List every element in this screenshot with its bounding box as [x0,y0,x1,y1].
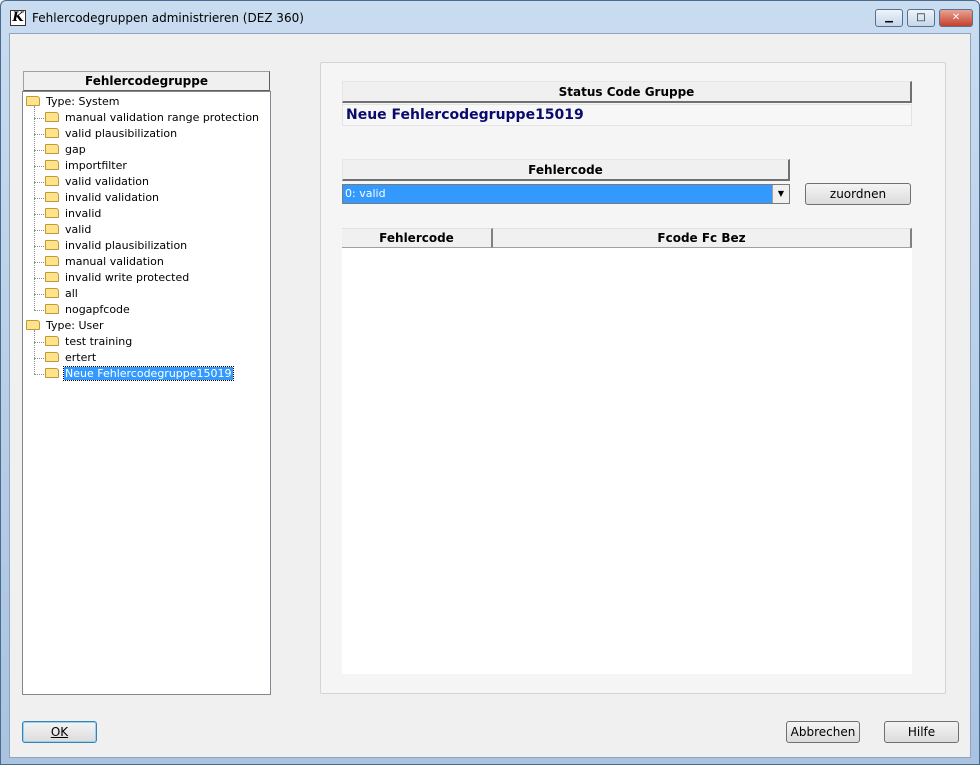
folder-open-icon [45,176,59,186]
tree-item-label: invalid write protected [65,271,190,284]
folder-open-icon [45,208,59,218]
tree-item[interactable]: importfilter [45,158,128,174]
dialog-window: K Fehlercodegruppen administrieren (DEZ … [0,0,980,765]
tree-item[interactable]: invalid write protected [45,270,190,286]
tree-item-label: manual validation range protection [65,111,260,124]
tree-item-label: gap [65,143,86,156]
tree-item-label: invalid validation [65,191,160,204]
fehlercode-select-value: 0: valid [345,187,386,200]
folder-open-icon [45,192,59,202]
tree-item[interactable]: valid validation [45,174,150,190]
tree-item-label: nogapfcode [65,303,130,316]
tree-item-label: invalid [65,207,102,220]
tree-connector [34,294,44,295]
tree-connector [34,166,44,167]
tree-item-label: test training [65,335,133,348]
folder-open-icon [45,288,59,298]
column-header-fehlercode[interactable]: Fehlercode [342,228,493,248]
folder-open-icon [45,256,59,266]
tree-item[interactable]: ertert [45,350,97,366]
tree-connector [34,358,44,359]
tree-item-label: importfilter [65,159,127,172]
ok-button[interactable]: OK [22,721,97,743]
tree-connector [34,118,44,119]
close-button[interactable]: ✕ [939,9,973,27]
folder-open-icon [45,336,59,346]
ok-button-label: OK [50,725,69,739]
tree-item[interactable]: nogapfcode [45,302,131,318]
cancel-button[interactable]: Abbrechen [786,721,860,743]
zuordnen-button[interactable]: zuordnen [805,183,911,205]
tree-connector [34,262,44,263]
tree-connector [34,342,44,343]
folder-open-icon [45,368,59,378]
tree-item[interactable]: manual validation [45,254,165,270]
tree-item-label: ertert [65,351,97,364]
folder-icon [26,320,40,330]
tree-group-label: Type: User [46,319,104,332]
tree-connector [34,374,44,375]
tree-item[interactable]: invalid validation [45,190,160,206]
folder-open-icon [45,240,59,250]
tree-item-label: valid [65,223,92,236]
folder-open-icon [45,224,59,234]
tree-group-label: Type: System [46,95,120,108]
folder-open-icon [45,272,59,282]
tree-group-node[interactable]: Type: User [26,318,105,334]
status-code-gruppe-header: Status Code Gruppe [342,81,912,103]
title-bar[interactable]: K Fehlercodegruppen administrieren (DEZ … [1,1,979,35]
tree-item[interactable]: manual validation range protection [45,110,260,126]
tree-header[interactable]: Fehlercodegruppe [23,71,270,91]
tree-item[interactable]: all [45,286,79,302]
app-logo-icon: K [10,10,26,26]
tree-connector [34,330,35,374]
window-title: Fehlercodegruppen administrieren (DEZ 36… [32,11,304,25]
tree-item[interactable]: valid [45,222,92,238]
tree-connector [34,310,44,311]
minimize-button[interactable]: ▁ [875,9,903,27]
tree-item-label: invalid plausibilization [65,239,188,252]
tree-connector [34,198,44,199]
tree-connector [34,246,44,247]
status-code-gruppe-value: Neue Fehlercodegruppe15019 [342,104,912,126]
tree-item-label: Neue Fehlercodegruppe15019 [63,366,234,381]
tree-item[interactable]: invalid plausibilization [45,238,188,254]
tree-item[interactable]: Neue Fehlercodegruppe15019 [45,366,234,382]
tree-connector [34,230,44,231]
tree-connector [34,278,44,279]
tree-item[interactable]: invalid [45,206,102,222]
fehlercode-table[interactable]: Fehlercode Fcode Fc Bez [342,228,912,674]
help-button[interactable]: Hilfe [884,721,959,743]
folder-open-icon [45,128,59,138]
tree-item[interactable]: valid plausibilization [45,126,178,142]
folder-open-icon [45,160,59,170]
tree-item-label: manual validation [65,255,164,268]
tree-connector [34,150,44,151]
tree-connector [34,182,44,183]
folder-open-icon [45,304,59,314]
folder-icon [26,96,40,106]
tree-connector [34,134,44,135]
fehlercode-select[interactable]: 0: valid ▼ [342,184,790,204]
fehlercodegruppe-tree[interactable]: Type: System manual validation range prot… [22,91,271,695]
column-header-fcode-fc-bez[interactable]: Fcode Fc Bez [493,228,912,248]
folder-open-icon [45,144,59,154]
tree-group-node[interactable]: Type: System [26,94,121,110]
dropdown-arrow-icon[interactable]: ▼ [772,185,789,203]
tree-item[interactable]: gap [45,142,87,158]
tree-item-label: valid validation [65,175,149,188]
tree-item-label: all [65,287,78,300]
tree-item[interactable]: test training [45,334,133,350]
folder-open-icon [45,112,59,122]
fehlercode-header: Fehlercode [342,159,790,181]
maximize-button[interactable]: □ [907,9,935,27]
folder-open-icon [45,352,59,362]
tree-item-label: valid plausibilization [65,127,178,140]
tree-connector [34,106,35,310]
dialog-client-area: Fehlercodegruppe Type: System manual vali… [9,33,971,758]
tree-connector [34,214,44,215]
